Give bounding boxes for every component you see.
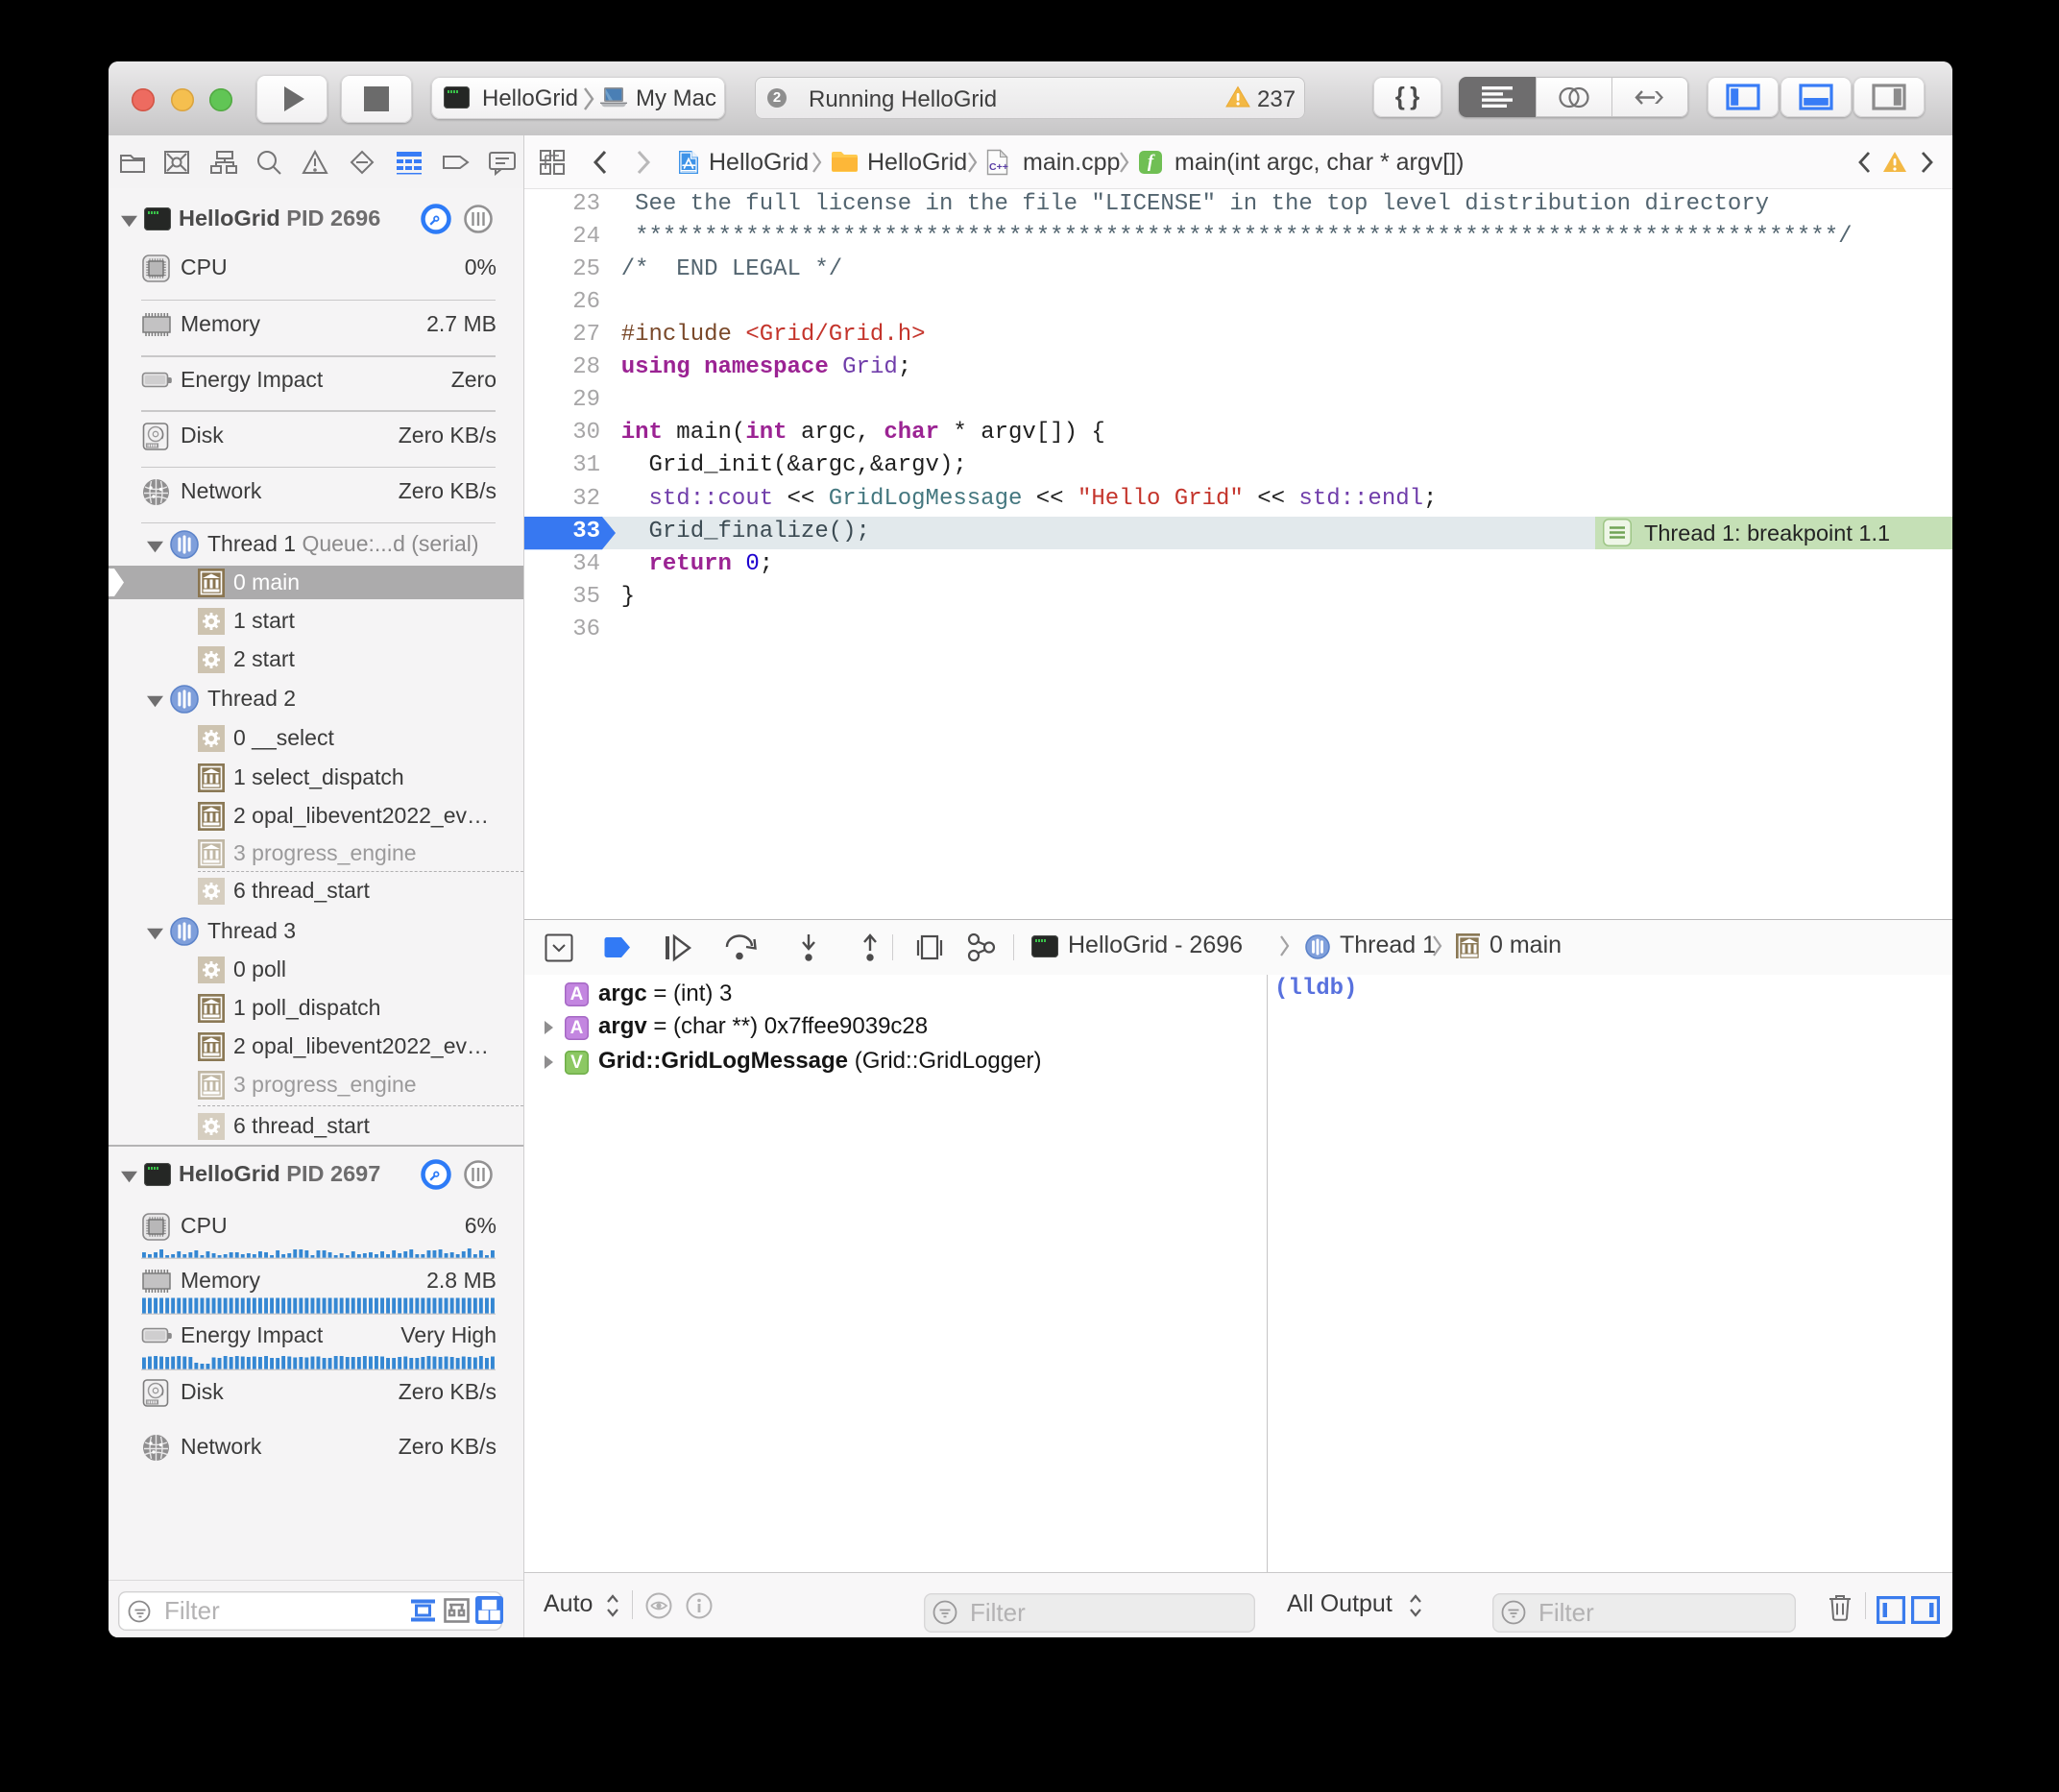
svg-text:C++: C++ xyxy=(989,161,1008,173)
